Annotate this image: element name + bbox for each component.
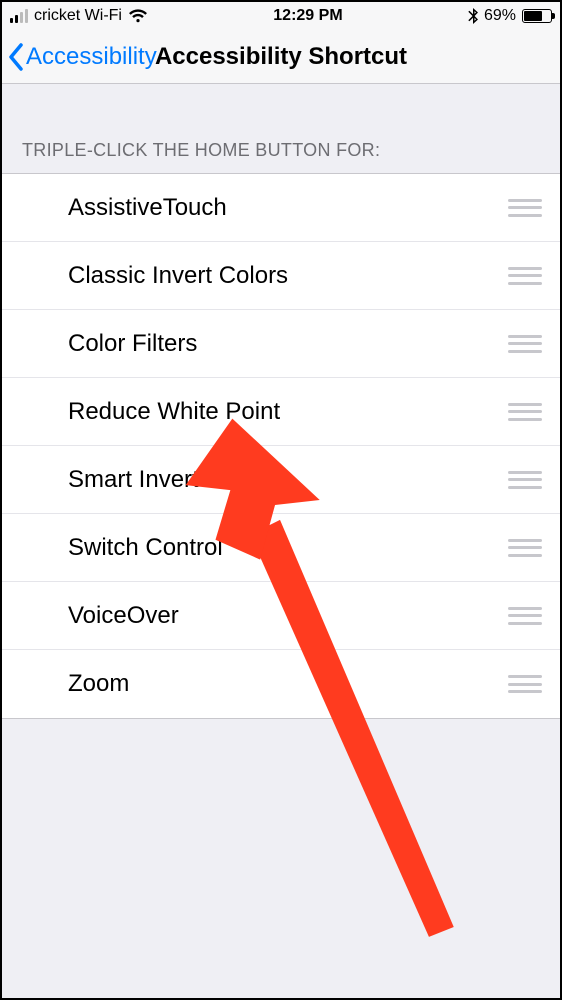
list-item-label: Reduce White Point bbox=[68, 398, 508, 426]
status-time: 12:29 PM bbox=[273, 7, 342, 25]
list-item-label: Smart Invert Colors bbox=[68, 466, 508, 494]
drag-handle-icon[interactable] bbox=[508, 199, 542, 217]
signal-bars-icon bbox=[10, 9, 28, 23]
status-left: cricket Wi-Fi bbox=[10, 7, 148, 25]
drag-handle-icon[interactable] bbox=[508, 471, 542, 489]
nav-bar: Accessibility Accessibility Shortcut bbox=[2, 30, 560, 84]
shortcut-list: AssistiveTouch Classic Invert Colors Col… bbox=[2, 173, 560, 719]
battery-icon bbox=[522, 9, 552, 23]
list-item[interactable]: AssistiveTouch bbox=[2, 174, 560, 242]
bluetooth-icon bbox=[468, 8, 478, 24]
drag-handle-icon[interactable] bbox=[508, 539, 542, 557]
back-button[interactable]: Accessibility bbox=[2, 43, 157, 71]
back-label: Accessibility bbox=[26, 43, 157, 71]
drag-handle-icon[interactable] bbox=[508, 675, 542, 693]
chevron-left-icon bbox=[8, 43, 24, 71]
drag-handle-icon[interactable] bbox=[508, 267, 542, 285]
list-item-label: AssistiveTouch bbox=[68, 194, 508, 222]
list-item-label: Switch Control bbox=[68, 534, 508, 562]
status-bar: cricket Wi-Fi 12:29 PM 69% bbox=[2, 2, 560, 30]
list-item[interactable]: Color Filters bbox=[2, 310, 560, 378]
list-item[interactable]: Switch Control bbox=[2, 514, 560, 582]
list-item[interactable]: VoiceOver bbox=[2, 582, 560, 650]
carrier-label: cricket Wi-Fi bbox=[34, 7, 122, 25]
battery-fill bbox=[524, 11, 542, 21]
drag-handle-icon[interactable] bbox=[508, 607, 542, 625]
list-item[interactable]: Classic Invert Colors bbox=[2, 242, 560, 310]
list-item[interactable]: Zoom bbox=[2, 650, 560, 718]
wifi-icon bbox=[128, 9, 148, 23]
drag-handle-icon[interactable] bbox=[508, 403, 542, 421]
list-item-label: VoiceOver bbox=[68, 602, 508, 630]
list-item-label: Classic Invert Colors bbox=[68, 262, 508, 290]
battery-pct: 69% bbox=[484, 7, 516, 25]
drag-handle-icon[interactable] bbox=[508, 335, 542, 353]
list-item[interactable]: Reduce White Point bbox=[2, 378, 560, 446]
list-item[interactable]: Smart Invert Colors bbox=[2, 446, 560, 514]
list-item-label: Color Filters bbox=[68, 330, 508, 358]
list-item-label: Zoom bbox=[68, 670, 508, 698]
status-right: 69% bbox=[468, 7, 552, 25]
section-header: TRIPLE-CLICK THE HOME BUTTON FOR: bbox=[2, 84, 560, 173]
